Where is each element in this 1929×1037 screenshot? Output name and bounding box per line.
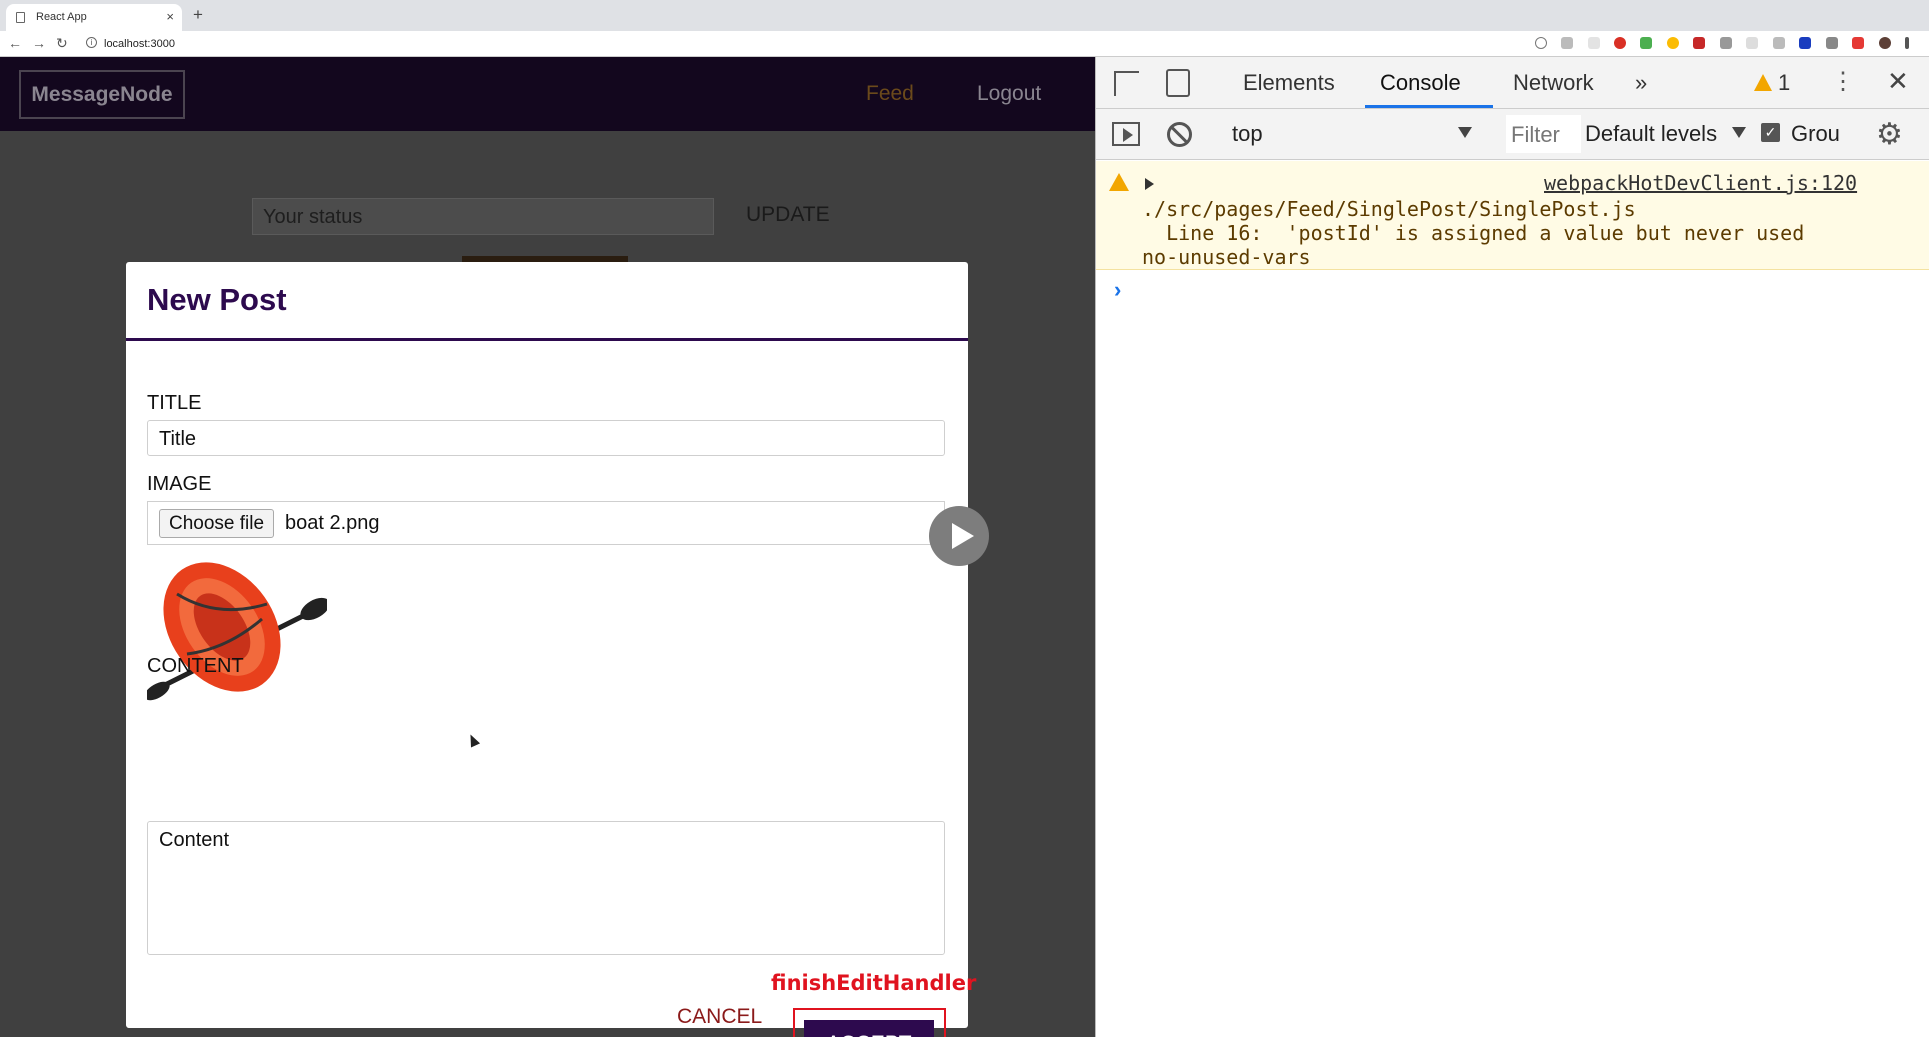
browser-tab[interactable]: React App ×	[6, 4, 182, 31]
nav-logout-link[interactable]: Logout	[977, 82, 1041, 106]
address-bar[interactable]: i localhost:3000	[80, 34, 1600, 54]
menu-icon[interactable]	[1905, 37, 1909, 49]
active-tab-indicator	[1365, 105, 1493, 108]
extension-icon[interactable]	[1799, 37, 1812, 49]
console-prompt[interactable]: ›	[1114, 277, 1121, 303]
reload-icon[interactable]: ↻	[56, 35, 68, 52]
update-status-button[interactable]: UPDATE	[746, 203, 830, 227]
devtools-tabbar: Elements Console Network » 1 ⋮ ✕	[1096, 57, 1929, 109]
title-label: TITLE	[147, 392, 202, 414]
tab-network[interactable]: Network	[1513, 70, 1594, 96]
extension-icon[interactable]	[1666, 37, 1679, 49]
source-link[interactable]: webpackHotDevClient.js:120	[1544, 171, 1857, 195]
warning-count: 1	[1778, 70, 1791, 95]
browser-tab-bar: React App × +	[0, 0, 1929, 31]
status-input[interactable]: Your status	[252, 198, 714, 235]
browser-toolbar: ← → ↻ i localhost:3000	[0, 31, 1929, 57]
url-text: localhost:3000	[104, 38, 175, 50]
star-icon[interactable]	[1561, 37, 1574, 49]
extension-icon[interactable]	[1825, 37, 1838, 49]
context-select[interactable]: top	[1232, 121, 1263, 147]
new-post-modal: New Post TITLE Title IMAGE Choose file b…	[126, 262, 989, 1037]
image-preview	[147, 562, 327, 701]
console-toolbar: top Filter Default levels ✓ Grou ⚙	[1096, 109, 1929, 160]
tab-console[interactable]: Console	[1380, 70, 1461, 96]
more-tabs-icon[interactable]: »	[1635, 70, 1647, 96]
extension-icon[interactable]	[1614, 37, 1627, 49]
inspect-element-icon[interactable]	[1114, 71, 1139, 96]
nav-feed-link[interactable]: Feed	[866, 82, 914, 106]
extension-icon[interactable]	[1640, 37, 1653, 49]
app-header: MessageNode Feed Logout	[0, 57, 1095, 131]
tab-title: React App	[36, 11, 87, 23]
accept-button[interactable]: ACCEPT	[804, 1020, 934, 1037]
file-name: boat 2.png	[285, 512, 380, 534]
cancel-button[interactable]: CANCEL	[677, 1005, 762, 1029]
document-icon	[16, 12, 25, 23]
handler-annotation: finishEditHandler	[771, 971, 977, 995]
content-label: CONTENT	[147, 655, 244, 677]
choose-file-button[interactable]: Choose file	[159, 509, 275, 538]
image-file-input: Choose file boat 2.png	[147, 501, 945, 545]
group-checkbox[interactable]: ✓	[1761, 123, 1780, 142]
forward-icon[interactable]: →	[32, 35, 46, 51]
extension-icon[interactable]	[1772, 37, 1785, 49]
clear-console-icon[interactable]	[1167, 122, 1192, 147]
image-label: IMAGE	[147, 473, 212, 495]
kebab-menu-icon[interactable]: ⋮	[1831, 67, 1855, 96]
tab-close-icon[interactable]: ×	[166, 9, 174, 24]
modal-header: New Post	[126, 262, 968, 341]
group-label: Grou	[1791, 121, 1840, 146]
chevron-down-icon[interactable]	[1458, 127, 1472, 138]
extension-icon[interactable]	[1852, 37, 1865, 49]
log-levels-select[interactable]: Default levels	[1585, 121, 1717, 147]
extension-icon[interactable]	[1746, 37, 1759, 49]
back-icon[interactable]: ←	[8, 35, 22, 51]
warning-text-line: no-unused-vars	[1142, 245, 1311, 269]
sidebar-toggle-icon[interactable]	[1112, 122, 1140, 146]
extension-icons	[1525, 37, 1909, 51]
info-icon[interactable]: i	[86, 37, 97, 48]
gear-icon[interactable]: ⚙	[1876, 117, 1903, 152]
play-button[interactable]	[929, 506, 989, 566]
close-devtools-icon[interactable]: ✕	[1887, 66, 1909, 97]
new-tab-button[interactable]: +	[193, 5, 203, 25]
devtools-panel: Elements Console Network » 1 ⋮ ✕ top Fil…	[1095, 57, 1929, 1037]
avatar[interactable]	[1878, 37, 1891, 49]
warning-counter[interactable]: 1	[1754, 70, 1790, 96]
modal-title: New Post	[147, 282, 287, 317]
extension-icon[interactable]	[1587, 37, 1600, 49]
tab-elements[interactable]: Elements	[1243, 70, 1335, 96]
title-input[interactable]: Title	[147, 420, 945, 456]
chevron-down-icon[interactable]	[1732, 127, 1746, 138]
boat-image	[147, 562, 327, 701]
warning-icon	[1109, 173, 1129, 191]
content-textarea[interactable]: Content	[147, 821, 945, 955]
console-warning-message[interactable]: webpackHotDevClient.js:120 ./src/pages/F…	[1096, 161, 1929, 270]
app-page: MessageNode Feed Logout Your status UPDA…	[0, 57, 1095, 1037]
extension-icon[interactable]	[1693, 37, 1706, 49]
logo[interactable]: MessageNode	[19, 70, 185, 119]
expand-icon[interactable]	[1145, 178, 1154, 190]
play-icon	[952, 523, 974, 549]
warning-text-line: Line 16: 'postId' is assigned a value bu…	[1142, 221, 1805, 245]
extension-icon[interactable]	[1719, 37, 1732, 49]
device-toolbar-icon[interactable]	[1166, 69, 1190, 97]
warning-icon	[1754, 74, 1772, 91]
warning-text-line: ./src/pages/Feed/SinglePost/SinglePost.j…	[1142, 197, 1636, 221]
filter-input[interactable]: Filter	[1506, 115, 1581, 153]
zoom-icon[interactable]	[1534, 37, 1547, 49]
